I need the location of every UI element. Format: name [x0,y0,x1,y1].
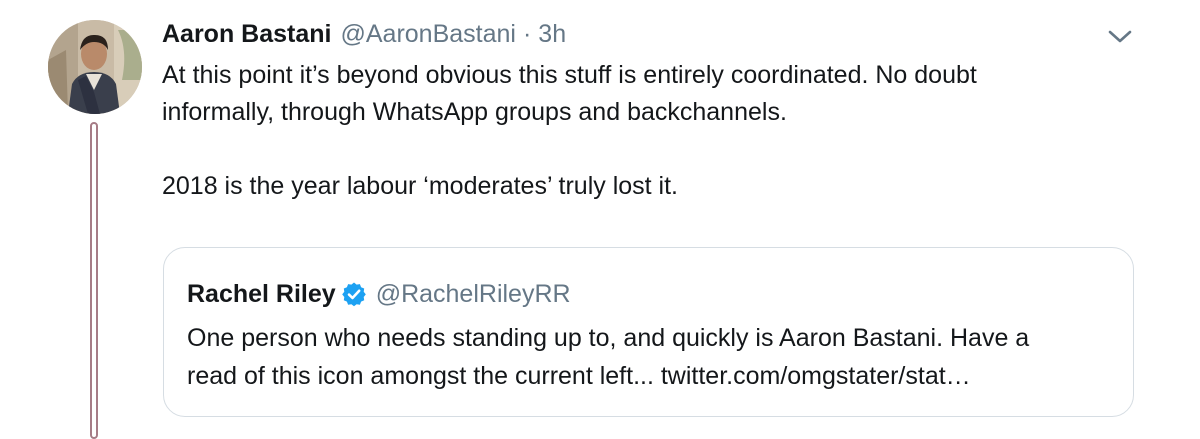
quoted-author-handle: @RachelRileyRR [375,279,571,308]
tweet: Aaron Bastani @AaronBastani · 3h At this… [0,0,1200,439]
tweet-text-line: At this point it’s beyond obvious this s… [162,61,977,89]
chevron-down-icon [1108,30,1132,43]
tweet-text-line: informally, through WhatsApp groups and … [162,98,787,126]
quoted-author-name: Rachel Riley [187,279,336,308]
verified-badge-icon [341,281,367,307]
avatar-photo [48,20,142,114]
author-name[interactable]: Aaron Bastani [162,20,331,49]
quoted-text-line: One person who needs standing up to, and… [187,324,1030,352]
quoted-text-line: read of this icon amongst the current le… [187,362,971,390]
thread-line [90,122,98,439]
tweet-menu-button[interactable] [1103,24,1137,50]
tweet-header: Aaron Bastani @AaronBastani · 3h [162,20,566,52]
separator-dot: · [522,20,532,48]
tweet-text: At this point it’s beyond obvious this s… [162,57,1152,205]
tweet-text-line: 2018 is the year labour ‘moderates’ trul… [162,172,678,200]
timestamp[interactable]: 3h [538,20,566,49]
quoted-tweet-header: Rachel Riley @RachelRileyRR [187,278,571,310]
quoted-tweet-text: One person who needs standing up to, and… [187,319,1117,395]
quoted-tweet-card[interactable]: Rachel Riley @RachelRileyRR One person w… [163,247,1134,417]
author-handle[interactable]: @AaronBastani [340,20,515,49]
avatar[interactable] [48,20,142,114]
